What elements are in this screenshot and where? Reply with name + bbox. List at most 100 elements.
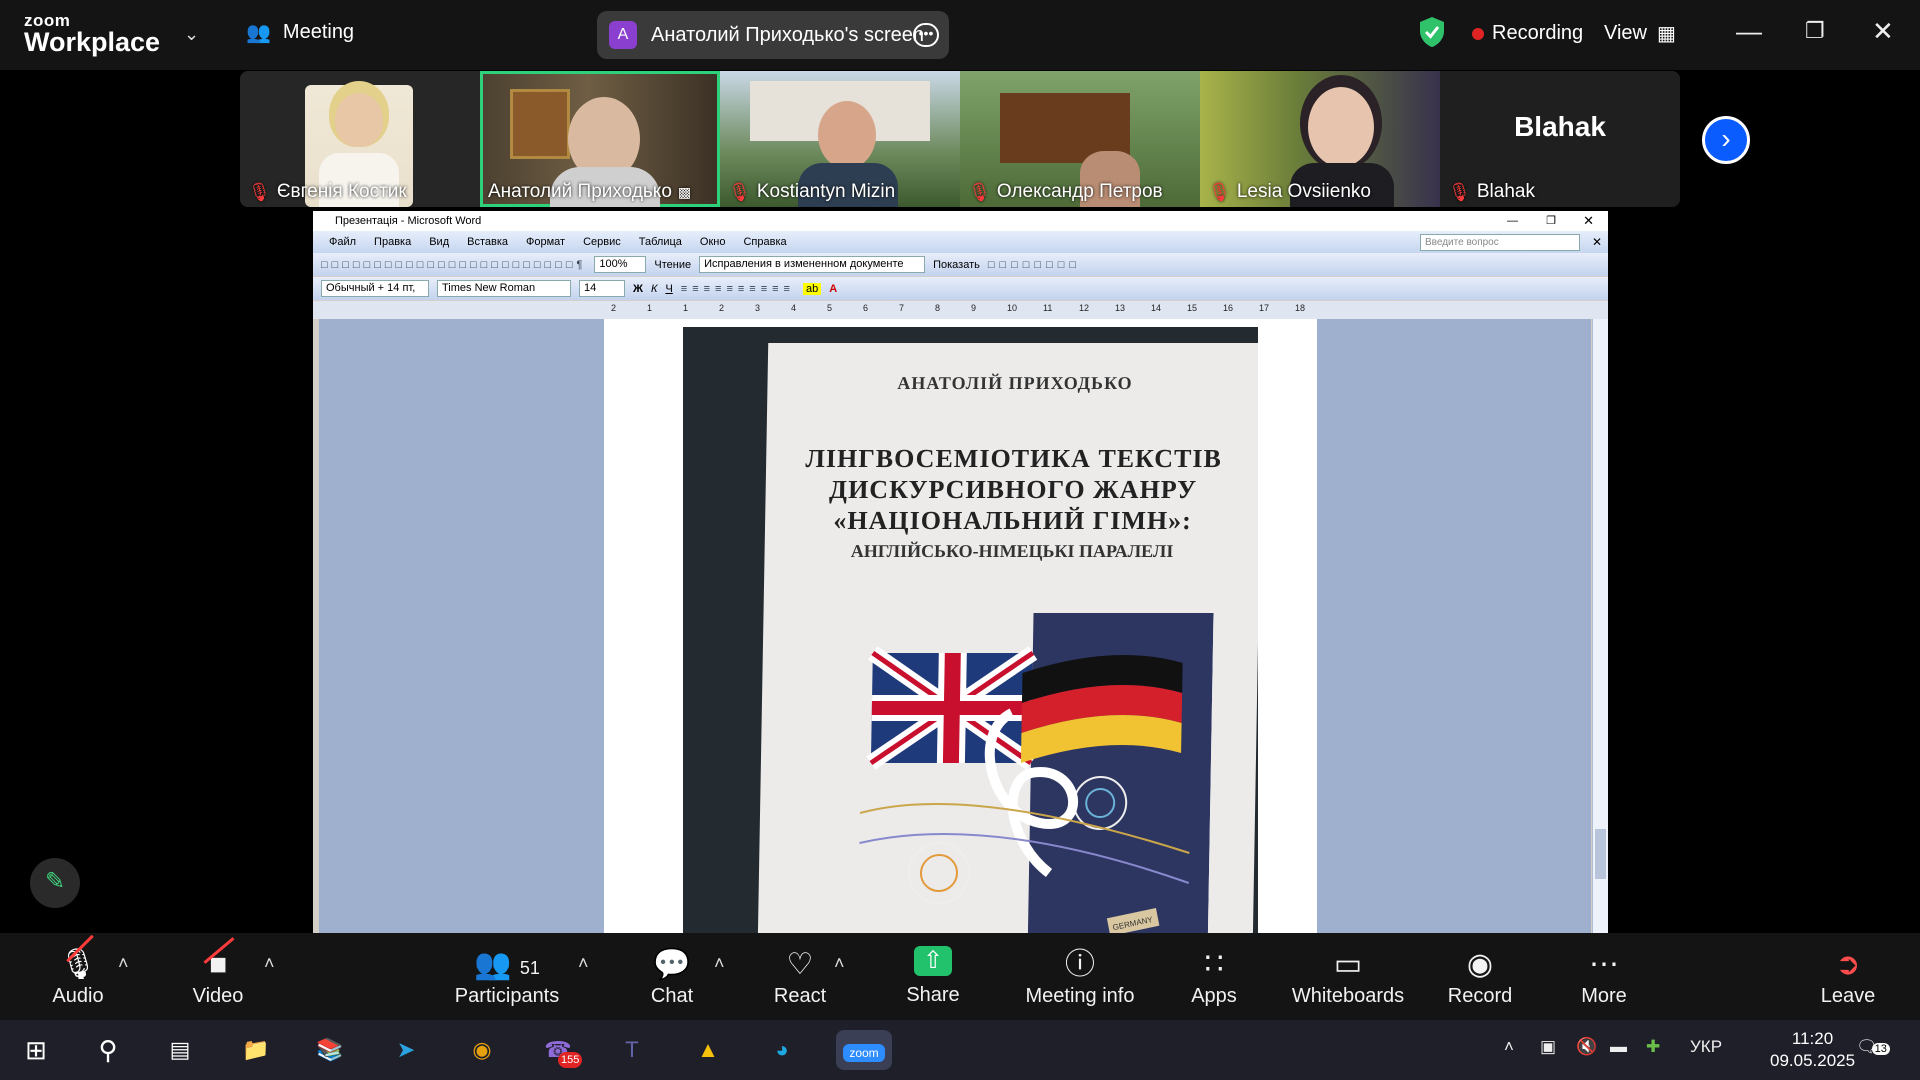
book-cover: АНАТОЛІЙ ПРИХОДЬКО ЛІНГВОСЕМІОТИКА ТЕКСТ… xyxy=(757,343,1258,933)
track-changes-select[interactable]: Исправления в измененном документе xyxy=(699,256,926,273)
document-vertical-scrollbar[interactable] xyxy=(1592,319,1608,933)
menu-format[interactable]: Формат xyxy=(526,236,565,248)
task-view-icon[interactable]: ▤ xyxy=(160,1030,200,1070)
style-select[interactable]: Обычный + 14 пт, xyxy=(321,280,429,297)
participants-icon: 👥 51 xyxy=(474,948,540,981)
meet-now-icon[interactable]: ▣ xyxy=(1540,1037,1556,1057)
menu-edit[interactable]: Правка xyxy=(374,236,411,248)
zoom-top-bar: zoom Workplace ⌄ 👥 Meeting A Анатолий Пр… xyxy=(0,0,1920,70)
chat-options-caret[interactable]: ˄ xyxy=(714,953,725,974)
audio-button[interactable]: 🎙 Audio xyxy=(46,933,110,1020)
recording-indicator[interactable]: Recording xyxy=(1472,22,1583,45)
word-minimize-icon[interactable]: — xyxy=(1507,211,1518,231)
search-icon[interactable]: ⚲ xyxy=(88,1030,128,1070)
participant-tile[interactable]: 🎙 Олександр Петров xyxy=(960,71,1200,207)
menu-view[interactable]: Вид xyxy=(429,236,449,248)
word-ruler[interactable]: 2 1 1 2 3 4 5 6 7 8 9 10 11 12 13 14 15 16 17 18 xyxy=(313,301,1608,319)
show-button[interactable]: Показать xyxy=(933,259,980,271)
language-indicator[interactable]: УКР xyxy=(1690,1037,1722,1057)
audio-label: Audio xyxy=(52,985,104,1007)
file-explorer-icon[interactable]: 📁 xyxy=(236,1030,276,1070)
meeting-info-button[interactable]: ⓘ Meeting info xyxy=(1020,933,1140,1020)
underline-button[interactable]: Ч xyxy=(665,283,672,295)
participants-button[interactable]: 👥 51 Participants xyxy=(452,933,562,1020)
participant-name: Анатолий Приходько ▩ xyxy=(488,181,692,202)
more-options-icon[interactable]: ••• xyxy=(913,23,939,47)
menu-tools[interactable]: Сервис xyxy=(583,236,621,248)
apps-button[interactable]: ∷ Apps xyxy=(1182,933,1246,1020)
bold-button[interactable]: Ж xyxy=(633,283,643,295)
menu-table[interactable]: Таблица xyxy=(639,236,682,248)
ruler-tick-label: 17 xyxy=(1259,303,1270,313)
view-label: View xyxy=(1604,22,1647,44)
teams-icon[interactable]: T xyxy=(612,1030,652,1070)
windows-start-icon[interactable]: ⊞ xyxy=(16,1030,56,1070)
warning-app-icon[interactable]: ▲ xyxy=(688,1030,728,1070)
menu-file[interactable]: Файл xyxy=(329,236,356,248)
participant-tile[interactable]: 🎙 Євгенія Костик xyxy=(240,71,480,207)
mic-muted-icon: 🎙 xyxy=(1208,181,1231,202)
highlight-icon[interactable]: ab xyxy=(802,282,822,295)
close-icon[interactable]: ✕ xyxy=(1872,16,1894,47)
whiteboards-button[interactable]: ▭ Whiteboards xyxy=(1288,933,1408,1020)
screen-share-pill[interactable]: A Анатолий Приходько's screen ••• xyxy=(597,11,949,59)
toolbar-icons-standard[interactable]: □□□□□□□□□□□□□□□□□□□□□□□□¶ xyxy=(321,259,586,271)
restore-icon[interactable]: ❐ xyxy=(1805,18,1825,44)
tray-expand-icon[interactable]: ˄ xyxy=(1504,1037,1514,1057)
view-button[interactable]: View ▦ xyxy=(1604,21,1676,46)
menu-insert[interactable]: Вставка xyxy=(467,236,508,248)
toolbar-icons-review[interactable]: □□□□□□□□ xyxy=(988,259,1081,271)
notifications-icon[interactable]: 🗨13 xyxy=(1856,1037,1890,1057)
record-button[interactable]: ◉ Record xyxy=(1448,933,1512,1020)
plus-app-icon[interactable]: ✚ xyxy=(1646,1037,1660,1057)
react-button[interactable]: ♡ React xyxy=(768,933,832,1020)
word-restore-icon[interactable]: ❐ xyxy=(1546,211,1556,231)
edge-icon[interactable]: ◕ xyxy=(762,1030,802,1070)
zoom-logo[interactable]: zoom Workplace xyxy=(24,12,160,56)
participants-options-caret[interactable]: ˄ xyxy=(578,953,589,974)
security-shield-icon[interactable] xyxy=(1418,16,1446,48)
reading-button[interactable]: Чтение xyxy=(654,259,691,271)
mic-muted-icon: 🎙 xyxy=(1448,181,1471,202)
speaker-muted-icon[interactable]: 🔇 xyxy=(1576,1037,1597,1057)
ruler-tick-label: 12 xyxy=(1079,303,1090,313)
ask-question-input[interactable]: Введите вопрос xyxy=(1420,233,1580,251)
ruler-tick-label: 18 xyxy=(1295,303,1306,313)
zoom-taskbar-icon[interactable]: zoom xyxy=(836,1030,892,1070)
taskbar-clock[interactable]: 11:20 09.05.2025 xyxy=(1770,1028,1855,1072)
participant-tile-active[interactable]: Анатолий Приходько ▩ xyxy=(480,71,720,207)
chrome-icon[interactable]: ◉ xyxy=(462,1030,502,1070)
participant-tile[interactable]: 🎙 Kostiantyn Mizin xyxy=(720,71,960,207)
telegram-icon[interactable]: ➤ xyxy=(386,1030,426,1070)
meeting-button[interactable]: 👥 Meeting xyxy=(246,20,354,45)
books-app-icon[interactable]: 📚 xyxy=(310,1030,350,1070)
font-select[interactable]: Times New Roman xyxy=(437,280,571,297)
zoom-select[interactable]: 100% xyxy=(594,256,647,273)
minimize-icon[interactable]: — xyxy=(1736,16,1762,47)
video-button[interactable]: ■ Video xyxy=(186,933,250,1020)
italic-button[interactable]: К xyxy=(651,283,657,295)
more-button[interactable]: ⋯ More xyxy=(1572,933,1636,1020)
react-options-caret[interactable]: ˄ xyxy=(834,953,845,974)
participant-tile[interactable]: Blahak 🎙 Blahak xyxy=(1440,71,1680,207)
video-options-caret[interactable]: ˄ xyxy=(264,953,275,974)
size-select[interactable]: 14 xyxy=(579,280,625,297)
leave-button[interactable]: ➲ Leave xyxy=(1816,933,1880,1020)
share-button[interactable]: ⇧ Share xyxy=(900,933,966,1020)
annotate-button[interactable]: ✎ xyxy=(30,858,80,908)
viber-icon[interactable]: ☎ 155 xyxy=(538,1030,583,1070)
battery-icon[interactable]: ▬ xyxy=(1610,1037,1627,1057)
menu-help[interactable]: Справка xyxy=(743,236,786,248)
menu-window[interactable]: Окно xyxy=(700,236,726,248)
word-close-icon[interactable]: ✕ xyxy=(1583,211,1594,231)
close-doc-icon[interactable]: ✕ xyxy=(1592,235,1602,249)
audio-options-caret[interactable]: ˄ xyxy=(118,953,129,974)
next-page-button[interactable]: › xyxy=(1702,116,1750,164)
book-subtitle: АНГЛІЙСЬКО-НІМЕЦЬКІ ПАРАЛЕЛІ xyxy=(850,541,1174,561)
chat-button[interactable]: 💬 Chat xyxy=(640,933,704,1020)
chevron-down-icon[interactable]: ⌄ xyxy=(184,24,199,45)
participant-tile[interactable]: 🎙 Lesia Ovsiienko xyxy=(1200,71,1440,207)
font-color-icon[interactable]: A xyxy=(829,283,837,295)
toolbar-icons-align[interactable]: ≡≡≡≡≡≡≡≡≡≡ xyxy=(681,283,795,295)
scroll-thumb[interactable] xyxy=(1595,829,1606,879)
